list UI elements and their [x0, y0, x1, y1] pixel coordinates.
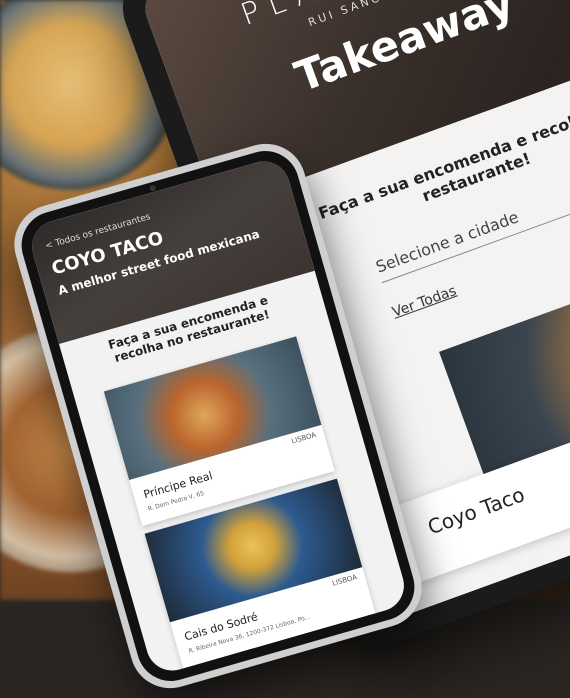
location-city: LISBOA	[331, 573, 358, 588]
restaurant-card-name: Coyo Taco	[424, 482, 528, 540]
location-city: LISBOA	[290, 430, 318, 446]
